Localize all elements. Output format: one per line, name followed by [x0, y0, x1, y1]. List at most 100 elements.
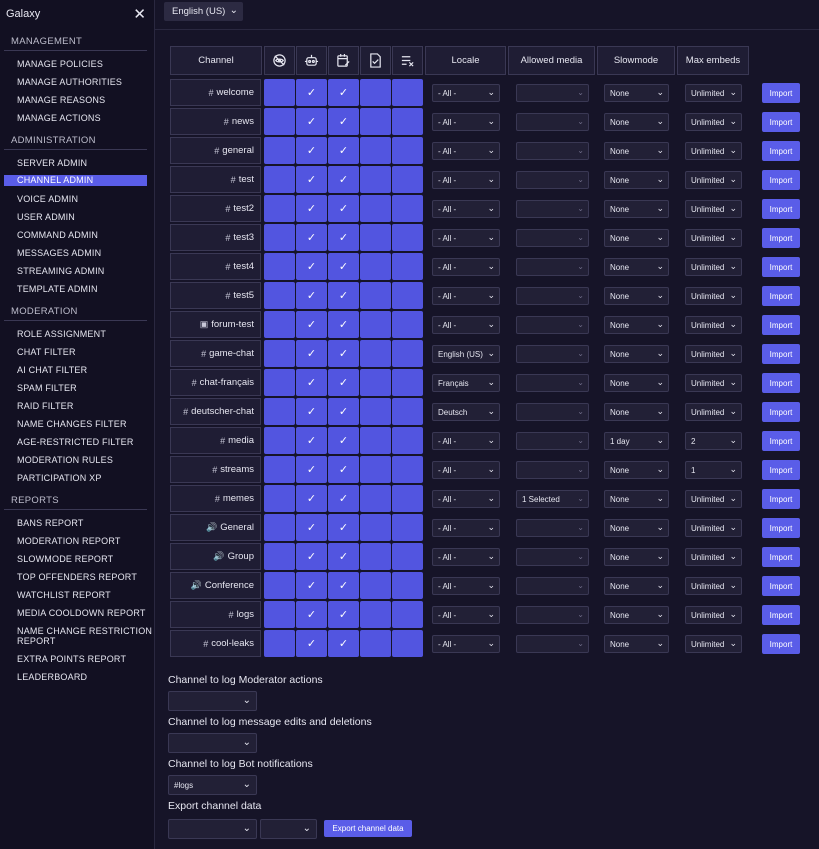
locale-select[interactable]: - All - ⌄: [432, 229, 500, 247]
allowed-media-select[interactable]: ⌄: [516, 519, 589, 537]
permission-checkbox[interactable]: [264, 340, 295, 367]
max-embeds-select[interactable]: Unlimited ⌄: [685, 374, 742, 392]
locale-select[interactable]: - All - ⌄: [432, 548, 500, 566]
permission-checkbox[interactable]: [392, 485, 423, 512]
locale-select[interactable]: - All - ⌄: [432, 200, 500, 218]
permission-checkbox[interactable]: ✓: [296, 601, 327, 628]
slowmode-select[interactable]: None ⌄: [604, 577, 669, 595]
permission-checkbox[interactable]: [264, 427, 295, 454]
allowed-media-select[interactable]: ⌄: [516, 461, 589, 479]
import-button[interactable]: Import: [762, 112, 800, 132]
max-embeds-select[interactable]: 2 ⌄: [685, 432, 742, 450]
permission-checkbox[interactable]: ✓: [328, 456, 359, 483]
locale-select[interactable]: - All - ⌄: [432, 461, 500, 479]
allowed-media-select[interactable]: ⌄: [516, 635, 589, 653]
locale-select[interactable]: - All - ⌄: [432, 432, 500, 450]
locale-select[interactable]: Deutsch ⌄: [432, 403, 500, 421]
allowed-media-select[interactable]: ⌄: [516, 142, 589, 160]
permission-checkbox[interactable]: [392, 398, 423, 425]
permission-checkbox[interactable]: ✓: [296, 79, 327, 106]
export-channel-select[interactable]: ⌄: [168, 819, 257, 839]
permission-checkbox[interactable]: [264, 369, 295, 396]
permission-checkbox[interactable]: [264, 224, 295, 251]
permission-checkbox[interactable]: ✓: [328, 543, 359, 570]
allowed-media-select[interactable]: ⌄: [516, 200, 589, 218]
slowmode-select[interactable]: None ⌄: [604, 142, 669, 160]
sidebar-item-moderation-report[interactable]: MODERATION REPORT: [0, 532, 154, 550]
permission-checkbox[interactable]: ✓: [296, 456, 327, 483]
allowed-media-select[interactable]: ⌄: [516, 345, 589, 363]
permission-checkbox[interactable]: [392, 514, 423, 541]
permission-checkbox[interactable]: ✓: [296, 369, 327, 396]
locale-select[interactable]: - All - ⌄: [432, 171, 500, 189]
max-embeds-select[interactable]: Unlimited ⌄: [685, 577, 742, 595]
permission-checkbox[interactable]: ✓: [296, 572, 327, 599]
slowmode-select[interactable]: None ⌄: [604, 374, 669, 392]
permission-checkbox[interactable]: [392, 195, 423, 222]
permission-checkbox[interactable]: ✓: [296, 224, 327, 251]
sidebar-item-bans-report[interactable]: BANS REPORT: [0, 514, 154, 532]
allowed-media-select[interactable]: ⌄: [516, 84, 589, 102]
sidebar-item-media-cooldown-report[interactable]: MEDIA COOLDOWN REPORT: [0, 604, 154, 622]
permission-checkbox[interactable]: [392, 340, 423, 367]
permission-checkbox[interactable]: [360, 630, 391, 657]
permission-checkbox[interactable]: [392, 166, 423, 193]
sidebar-item-messages-admin[interactable]: MESSAGES ADMIN: [0, 244, 154, 262]
slowmode-select[interactable]: None ⌄: [604, 84, 669, 102]
permission-checkbox[interactable]: [360, 398, 391, 425]
sidebar-item-watchlist-report[interactable]: WATCHLIST REPORT: [0, 586, 154, 604]
permission-checkbox[interactable]: [360, 166, 391, 193]
permission-checkbox[interactable]: [392, 282, 423, 309]
max-embeds-select[interactable]: 1 ⌄: [685, 461, 742, 479]
bot-notifications-select[interactable]: #logs ⌄: [168, 775, 257, 795]
permission-checkbox[interactable]: ✓: [328, 108, 359, 135]
import-button[interactable]: Import: [762, 199, 800, 219]
permission-checkbox[interactable]: [392, 137, 423, 164]
slowmode-select[interactable]: None ⌄: [604, 345, 669, 363]
export-channel-data-button[interactable]: Export channel data: [324, 820, 412, 837]
slowmode-select[interactable]: None ⌄: [604, 519, 669, 537]
permission-checkbox[interactable]: ✓: [296, 282, 327, 309]
permission-checkbox[interactable]: [264, 456, 295, 483]
sidebar-item-manage-policies[interactable]: MANAGE POLICIES: [0, 55, 154, 73]
slowmode-select[interactable]: 1 day ⌄: [604, 432, 669, 450]
permission-checkbox[interactable]: [264, 514, 295, 541]
permission-checkbox[interactable]: [392, 253, 423, 280]
permission-checkbox[interactable]: [264, 543, 295, 570]
import-button[interactable]: Import: [762, 373, 800, 393]
export-format-select[interactable]: ⌄: [260, 819, 317, 839]
permission-checkbox[interactable]: ✓: [328, 514, 359, 541]
allowed-media-select[interactable]: ⌄: [516, 577, 589, 595]
permission-checkbox[interactable]: [392, 427, 423, 454]
max-embeds-select[interactable]: Unlimited ⌄: [685, 345, 742, 363]
slowmode-select[interactable]: None ⌄: [604, 403, 669, 421]
sidebar-item-user-admin[interactable]: USER ADMIN: [0, 208, 154, 226]
max-embeds-select[interactable]: Unlimited ⌄: [685, 287, 742, 305]
allowed-media-select[interactable]: ⌄: [516, 113, 589, 131]
import-button[interactable]: Import: [762, 315, 800, 335]
allowed-media-select[interactable]: ⌄: [516, 548, 589, 566]
sidebar-item-voice-admin[interactable]: VOICE ADMIN: [0, 190, 154, 208]
permission-checkbox[interactable]: ✓: [328, 195, 359, 222]
max-embeds-select[interactable]: Unlimited ⌄: [685, 200, 742, 218]
permission-checkbox[interactable]: ✓: [328, 572, 359, 599]
sidebar-item-leaderboard[interactable]: LEADERBOARD: [0, 668, 154, 686]
sidebar-item-age-restricted-filter[interactable]: AGE-RESTRICTED FILTER: [0, 433, 154, 451]
permission-checkbox[interactable]: [392, 369, 423, 396]
slowmode-select[interactable]: None ⌄: [604, 287, 669, 305]
allowed-media-select[interactable]: ⌄: [516, 258, 589, 276]
locale-select[interactable]: - All - ⌄: [432, 287, 500, 305]
permission-checkbox[interactable]: ✓: [328, 485, 359, 512]
permission-checkbox[interactable]: [264, 282, 295, 309]
permission-checkbox[interactable]: ✓: [296, 485, 327, 512]
slowmode-select[interactable]: None ⌄: [604, 113, 669, 131]
permission-checkbox[interactable]: ✓: [296, 108, 327, 135]
permission-checkbox[interactable]: [264, 311, 295, 338]
slowmode-select[interactable]: None ⌄: [604, 490, 669, 508]
max-embeds-select[interactable]: Unlimited ⌄: [685, 84, 742, 102]
permission-checkbox[interactable]: [360, 311, 391, 338]
permission-checkbox[interactable]: [360, 456, 391, 483]
permission-checkbox[interactable]: ✓: [296, 630, 327, 657]
slowmode-select[interactable]: None ⌄: [604, 461, 669, 479]
max-embeds-select[interactable]: Unlimited ⌄: [685, 171, 742, 189]
